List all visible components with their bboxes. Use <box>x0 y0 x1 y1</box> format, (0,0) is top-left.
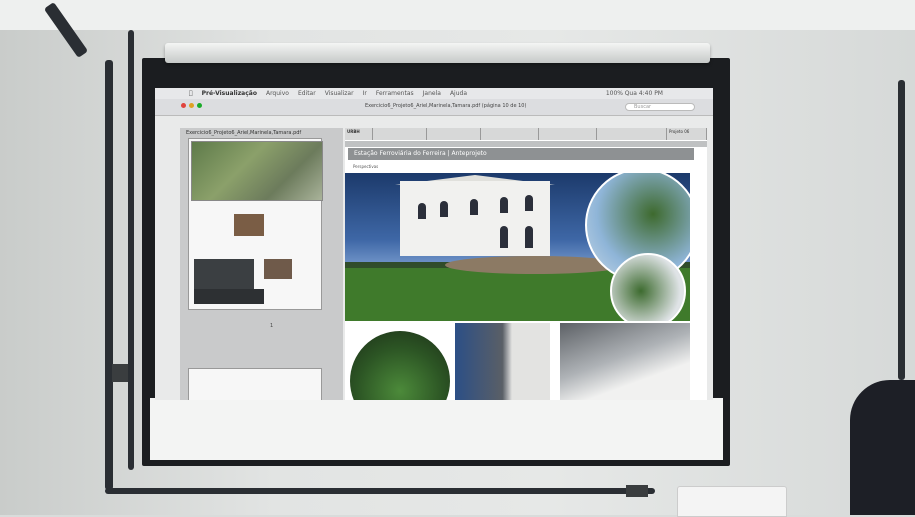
menu-visualizar[interactable]: Visualizar <box>325 90 354 97</box>
vertical-pipe-right <box>898 80 905 380</box>
battery-indicator[interactable]: 100% <box>606 90 623 97</box>
vertical-pipe-left-2 <box>128 30 134 470</box>
header-cell: URBH <box>345 128 373 140</box>
document-subheader <box>345 141 707 147</box>
bottom-render-row <box>345 323 690 400</box>
menu-editar[interactable]: Editar <box>298 90 316 97</box>
projection-screen-blank-area <box>150 398 723 460</box>
menubar-clock[interactable]: Qua 4:40 PM <box>625 90 663 97</box>
screen-housing <box>165 43 710 63</box>
section-title: Estação Ferroviária do Ferreira | Antepr… <box>348 148 694 160</box>
thumbnail-image <box>264 259 292 279</box>
apple-icon[interactable]:  <box>189 90 193 97</box>
mac-menubar:  Pré-Visualização Arquivo Editar Visual… <box>155 88 713 99</box>
window-toolbar: Exercicio6_Projeto6_Ariel,Marinela,Tamar… <box>155 99 713 116</box>
zoom-window-button[interactable] <box>197 103 202 108</box>
thumbnail-image <box>194 289 264 304</box>
chair <box>677 486 787 517</box>
document-header: URBH Projeto 06 <box>345 128 707 140</box>
header-cell <box>597 128 667 140</box>
building-window <box>440 201 448 217</box>
horizontal-pipe-bottom <box>105 488 655 494</box>
header-cell <box>539 128 597 140</box>
projected-desktop:  Pré-Visualização Arquivo Editar Visual… <box>155 88 713 400</box>
section-label: Perspectivas <box>353 164 379 169</box>
circle-photo-canopy <box>350 331 450 400</box>
station-building <box>400 181 550 256</box>
circle-photo-detail <box>610 253 686 321</box>
header-cell <box>481 128 539 140</box>
thumbnail-page-number: 1 <box>270 323 274 329</box>
window-title: Exercicio6_Projeto6_Ariel,Marinela,Tamar… <box>365 103 527 109</box>
header-cell <box>373 128 427 140</box>
document-page: URBH Projeto 06 Estação Ferroviária do F… <box>345 128 707 400</box>
minimize-window-button[interactable] <box>189 103 194 108</box>
building-window <box>418 203 426 219</box>
menu-ajuda[interactable]: Ajuda <box>450 90 467 97</box>
building-window <box>525 195 533 211</box>
page-thumbnail[interactable] <box>188 138 323 310</box>
junction-box <box>112 364 128 382</box>
menu-ir[interactable]: Ir <box>363 90 367 97</box>
architectural-render <box>345 173 690 321</box>
sidebar-file-name: Exercicio6_Projeto6_Ariel,Marinela,Tamar… <box>186 130 302 136</box>
search-input[interactable]: Buscar <box>625 103 695 111</box>
menu-ferramentas[interactable]: Ferramentas <box>376 90 414 97</box>
junction-box-bottom <box>626 485 648 497</box>
thumbnail-image <box>234 214 264 236</box>
header-cell: Projeto 06 <box>667 128 707 140</box>
canopy-render <box>560 323 690 400</box>
building-window <box>470 199 478 215</box>
person-silhouette <box>850 380 915 515</box>
header-cell <box>427 128 481 140</box>
menu-app-name[interactable]: Pré-Visualização <box>202 90 257 97</box>
timeline-image <box>455 323 550 400</box>
thumbnail-image <box>194 259 254 289</box>
close-window-button[interactable] <box>181 103 186 108</box>
building-window <box>500 226 508 248</box>
building-window <box>500 197 508 213</box>
building-window <box>525 226 533 248</box>
thumbnail-sidebar[interactable]: Exercicio6_Projeto6_Ariel,Marinela,Tamar… <box>180 128 343 400</box>
menu-janela[interactable]: Janela <box>423 90 441 97</box>
menu-arquivo[interactable]: Arquivo <box>266 90 289 97</box>
page-thumbnail[interactable] <box>188 368 322 400</box>
ceiling <box>0 0 915 30</box>
thumbnail-map-image <box>191 141 323 201</box>
vertical-pipe-left <box>105 60 113 490</box>
window-controls <box>181 103 202 108</box>
